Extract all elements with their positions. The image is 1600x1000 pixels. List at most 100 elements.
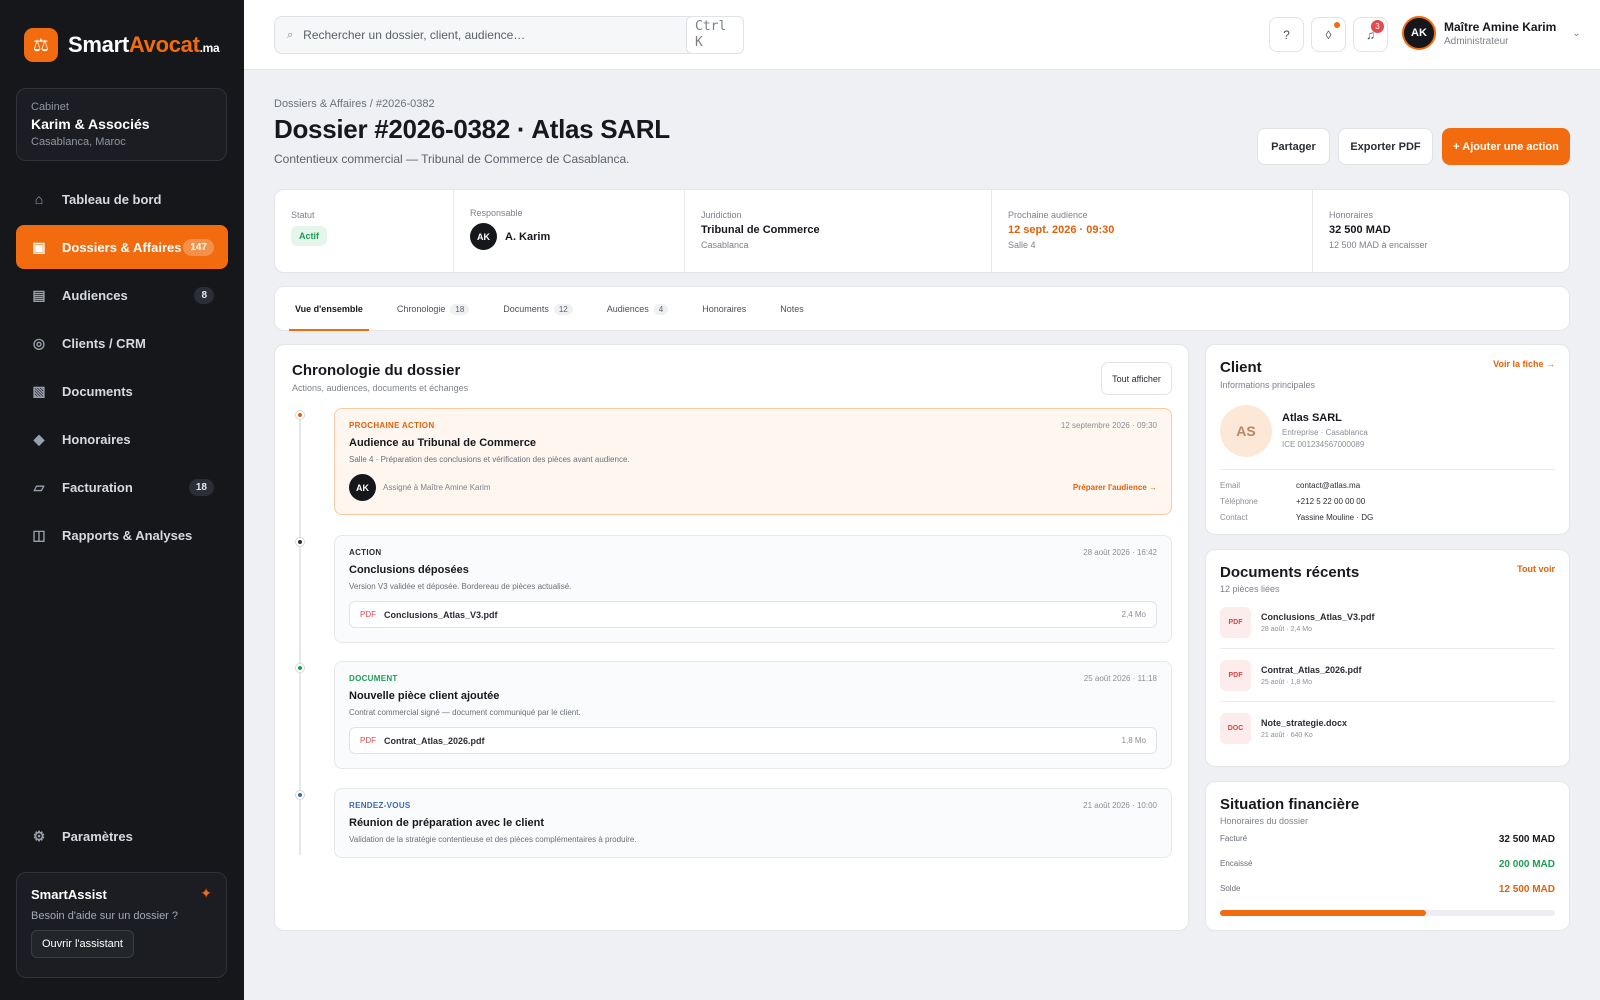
item-date: 25 août 2026 · 11:18 bbox=[1083, 674, 1157, 683]
users-icon: ◎ bbox=[32, 334, 46, 351]
file-attachment[interactable]: PDF Contrat_Atlas_2026.pdf 1,8 Mo bbox=[349, 727, 1157, 754]
timeline-item[interactable]: PROCHAINE ACTION 12 septembre 2026 · 09:… bbox=[334, 408, 1172, 515]
item-date: 28 août 2026 · 16:42 bbox=[1083, 548, 1157, 557]
finance-title: Situation financière bbox=[1220, 796, 1360, 813]
sidebar-item-dashboard[interactable]: ⌂ Tableau de bord bbox=[16, 177, 228, 221]
client-ice: ICE 001234567000089 bbox=[1282, 440, 1365, 449]
financial-panel: Situation financière Honoraires du dossi… bbox=[1205, 781, 1570, 931]
client-title: Client bbox=[1220, 359, 1262, 376]
sidebar-item-audiences[interactable]: ▤ Audiences 8 bbox=[16, 273, 228, 317]
sidebar-item-label: Rapports & Analyses bbox=[62, 527, 193, 543]
timeline-item[interactable]: DOCUMENT 25 août 2026 · 11:18 Nouvelle p… bbox=[334, 661, 1172, 769]
divider bbox=[1220, 469, 1555, 470]
tab-label: Vue d'ensemble bbox=[295, 304, 363, 314]
document-row[interactable]: PDF Conclusions_Atlas_V3.pdf 28 août · 2… bbox=[1220, 596, 1555, 649]
assistant-subtitle: Besoin d'aide sur un dossier ? bbox=[31, 910, 179, 922]
phone-value[interactable]: +212 5 22 00 00 00 bbox=[1296, 497, 1365, 506]
contact-value: Yassine Mouline · DG bbox=[1296, 513, 1374, 522]
item-date: 21 août 2026 · 10:00 bbox=[1083, 801, 1157, 810]
email-value[interactable]: contact@atlas.ma bbox=[1296, 481, 1360, 490]
billed-label: Facturé bbox=[1220, 834, 1248, 843]
tab-overview[interactable]: Vue d'ensemble bbox=[289, 287, 369, 331]
prepare-hearing-link[interactable]: Préparer l'audience → bbox=[1073, 483, 1157, 492]
file-size: 2,4 Mo bbox=[1121, 610, 1146, 619]
timeline-panel: Chronologie du dossier Actions, audience… bbox=[274, 344, 1189, 931]
share-button[interactable]: Partager bbox=[1257, 128, 1330, 165]
status-badge: Actif bbox=[291, 226, 327, 246]
sidebar-item-rapports[interactable]: ◫ Rapports & Analyses bbox=[16, 513, 228, 557]
tab-honoraires[interactable]: Honoraires bbox=[696, 287, 752, 331]
jurisdiction-value: Tribunal de Commerce bbox=[701, 224, 820, 236]
cabinet-card[interactable]: Cabinet Karim & Associés Casablanca, Mar… bbox=[16, 88, 227, 161]
item-title: Conclusions déposées bbox=[349, 564, 469, 576]
help-button[interactable]: ? bbox=[1269, 17, 1304, 52]
sidebar-item-documents[interactable]: ▧ Documents bbox=[16, 369, 228, 413]
timeline-line bbox=[299, 415, 301, 855]
avatar: AS bbox=[1220, 405, 1272, 457]
tab-documents[interactable]: Documents 12 bbox=[497, 287, 578, 331]
sidebar-item-settings[interactable]: ⚙ Paramètres bbox=[16, 814, 228, 858]
sidebar-item-label: Paramètres bbox=[62, 828, 133, 844]
email-label: Email bbox=[1220, 481, 1241, 490]
document-meta: 21 août · 640 Ko bbox=[1261, 732, 1313, 739]
brand-logo[interactable]: ⚖ SmartAvocat.ma bbox=[24, 28, 220, 62]
item-type: RENDEZ-VOUS bbox=[349, 801, 411, 810]
document-row[interactable]: DOC Note_strategie.docx 21 août · 640 Ko bbox=[1220, 702, 1555, 755]
client-panel: Client Informations principales Voir la … bbox=[1205, 344, 1570, 535]
avatar: AK bbox=[349, 474, 376, 501]
tab-chronologie[interactable]: Chronologie 18 bbox=[391, 287, 475, 331]
export-pdf-button[interactable]: Exporter PDF bbox=[1338, 128, 1433, 165]
notification-count: 3 bbox=[1371, 20, 1384, 33]
item-type: ACTION bbox=[349, 548, 382, 557]
fees-label: Honoraires bbox=[1329, 210, 1374, 220]
client-subtitle: Informations principales bbox=[1220, 380, 1316, 390]
view-client-link[interactable]: Voir la fiche → bbox=[1493, 359, 1555, 369]
assistant-card: SmartAssist ✦ Besoin d'aide sur un dossi… bbox=[16, 872, 227, 978]
sidebar-item-label: Clients / CRM bbox=[62, 335, 146, 351]
gear-icon: ⚙ bbox=[32, 827, 46, 844]
see-all-documents-link[interactable]: Tout voir bbox=[1517, 564, 1555, 574]
timeline-item[interactable]: RENDEZ-VOUS 21 août 2026 · 10:00 Réunion… bbox=[334, 788, 1172, 858]
tab-audiences[interactable]: Audiences 4 bbox=[601, 287, 674, 331]
sparkle-icon: ✦ bbox=[200, 885, 212, 901]
mail-icon: ◊ bbox=[1325, 27, 1332, 42]
documents-subtitle: 12 pièces liées bbox=[1220, 584, 1280, 594]
file-name: Contrat_Atlas_2026.pdf bbox=[384, 735, 485, 746]
tab-notes[interactable]: Notes bbox=[774, 287, 810, 331]
tab-count: 12 bbox=[553, 303, 573, 315]
sidebar-item-clients[interactable]: ◎ Clients / CRM bbox=[16, 321, 228, 365]
help-icon: ? bbox=[1283, 27, 1290, 42]
pdf-icon: PDF bbox=[360, 736, 376, 745]
finance-subtitle: Honoraires du dossier bbox=[1220, 816, 1309, 826]
user-menu[interactable]: AK Maître Amine Karim Administrateur ⌄ bbox=[1402, 16, 1581, 50]
sidebar-item-facturation[interactable]: ▱ Facturation 18 bbox=[16, 465, 228, 509]
document-meta: 25 août · 1,8 Mo bbox=[1261, 678, 1312, 686]
assignee-text: Assigné à Maître Amine Karim bbox=[383, 483, 491, 492]
user-name: Maître Amine Karim bbox=[1444, 19, 1557, 34]
phone-label: Téléphone bbox=[1220, 497, 1258, 506]
notifications-button[interactable]: ♫ 3 bbox=[1353, 17, 1388, 52]
document-name: Note_strategie.docx bbox=[1261, 718, 1348, 728]
document-meta: 28 août · 2,4 Mo bbox=[1261, 625, 1312, 633]
chart-icon: ◫ bbox=[32, 526, 46, 543]
file-attachment[interactable]: PDF Conclusions_Atlas_V3.pdf 2,4 Mo bbox=[349, 601, 1157, 628]
summary-fees: Honoraires 32 500 MAD 12 500 MAD à encai… bbox=[1313, 190, 1569, 272]
timeline-dot bbox=[296, 664, 304, 672]
sidebar-item-honoraires[interactable]: ◆ Honoraires bbox=[16, 417, 228, 461]
client-name: Atlas SARL bbox=[1282, 412, 1342, 424]
breadcrumb[interactable]: Dossiers & Affaires / #2026-0382 bbox=[274, 98, 435, 110]
document-row[interactable]: PDF Contrat_Atlas_2026.pdf 25 août · 1,8… bbox=[1220, 649, 1555, 702]
timeline-item[interactable]: ACTION 28 août 2026 · 16:42 Conclusions … bbox=[334, 535, 1172, 643]
tab-count: 4 bbox=[653, 303, 669, 315]
count-badge: 8 bbox=[194, 286, 214, 304]
folder-icon: ▣ bbox=[32, 238, 46, 255]
sidebar-item-label: Documents bbox=[62, 383, 133, 399]
messages-button[interactable]: ◊ bbox=[1311, 17, 1346, 52]
show-all-button[interactable]: Tout afficher bbox=[1101, 362, 1172, 395]
brand-name: SmartAvocat.ma bbox=[68, 32, 220, 57]
unread-dot bbox=[1334, 22, 1340, 28]
open-assistant-button[interactable]: Ouvrir l'assistant bbox=[31, 930, 134, 958]
search-input[interactable]: ⌕ Rechercher un dossier, client, audienc… bbox=[274, 16, 744, 54]
add-action-button[interactable]: + Ajouter une action bbox=[1442, 128, 1570, 165]
sidebar-item-dossiers[interactable]: ▣ Dossiers & Affaires 147 bbox=[16, 225, 228, 269]
